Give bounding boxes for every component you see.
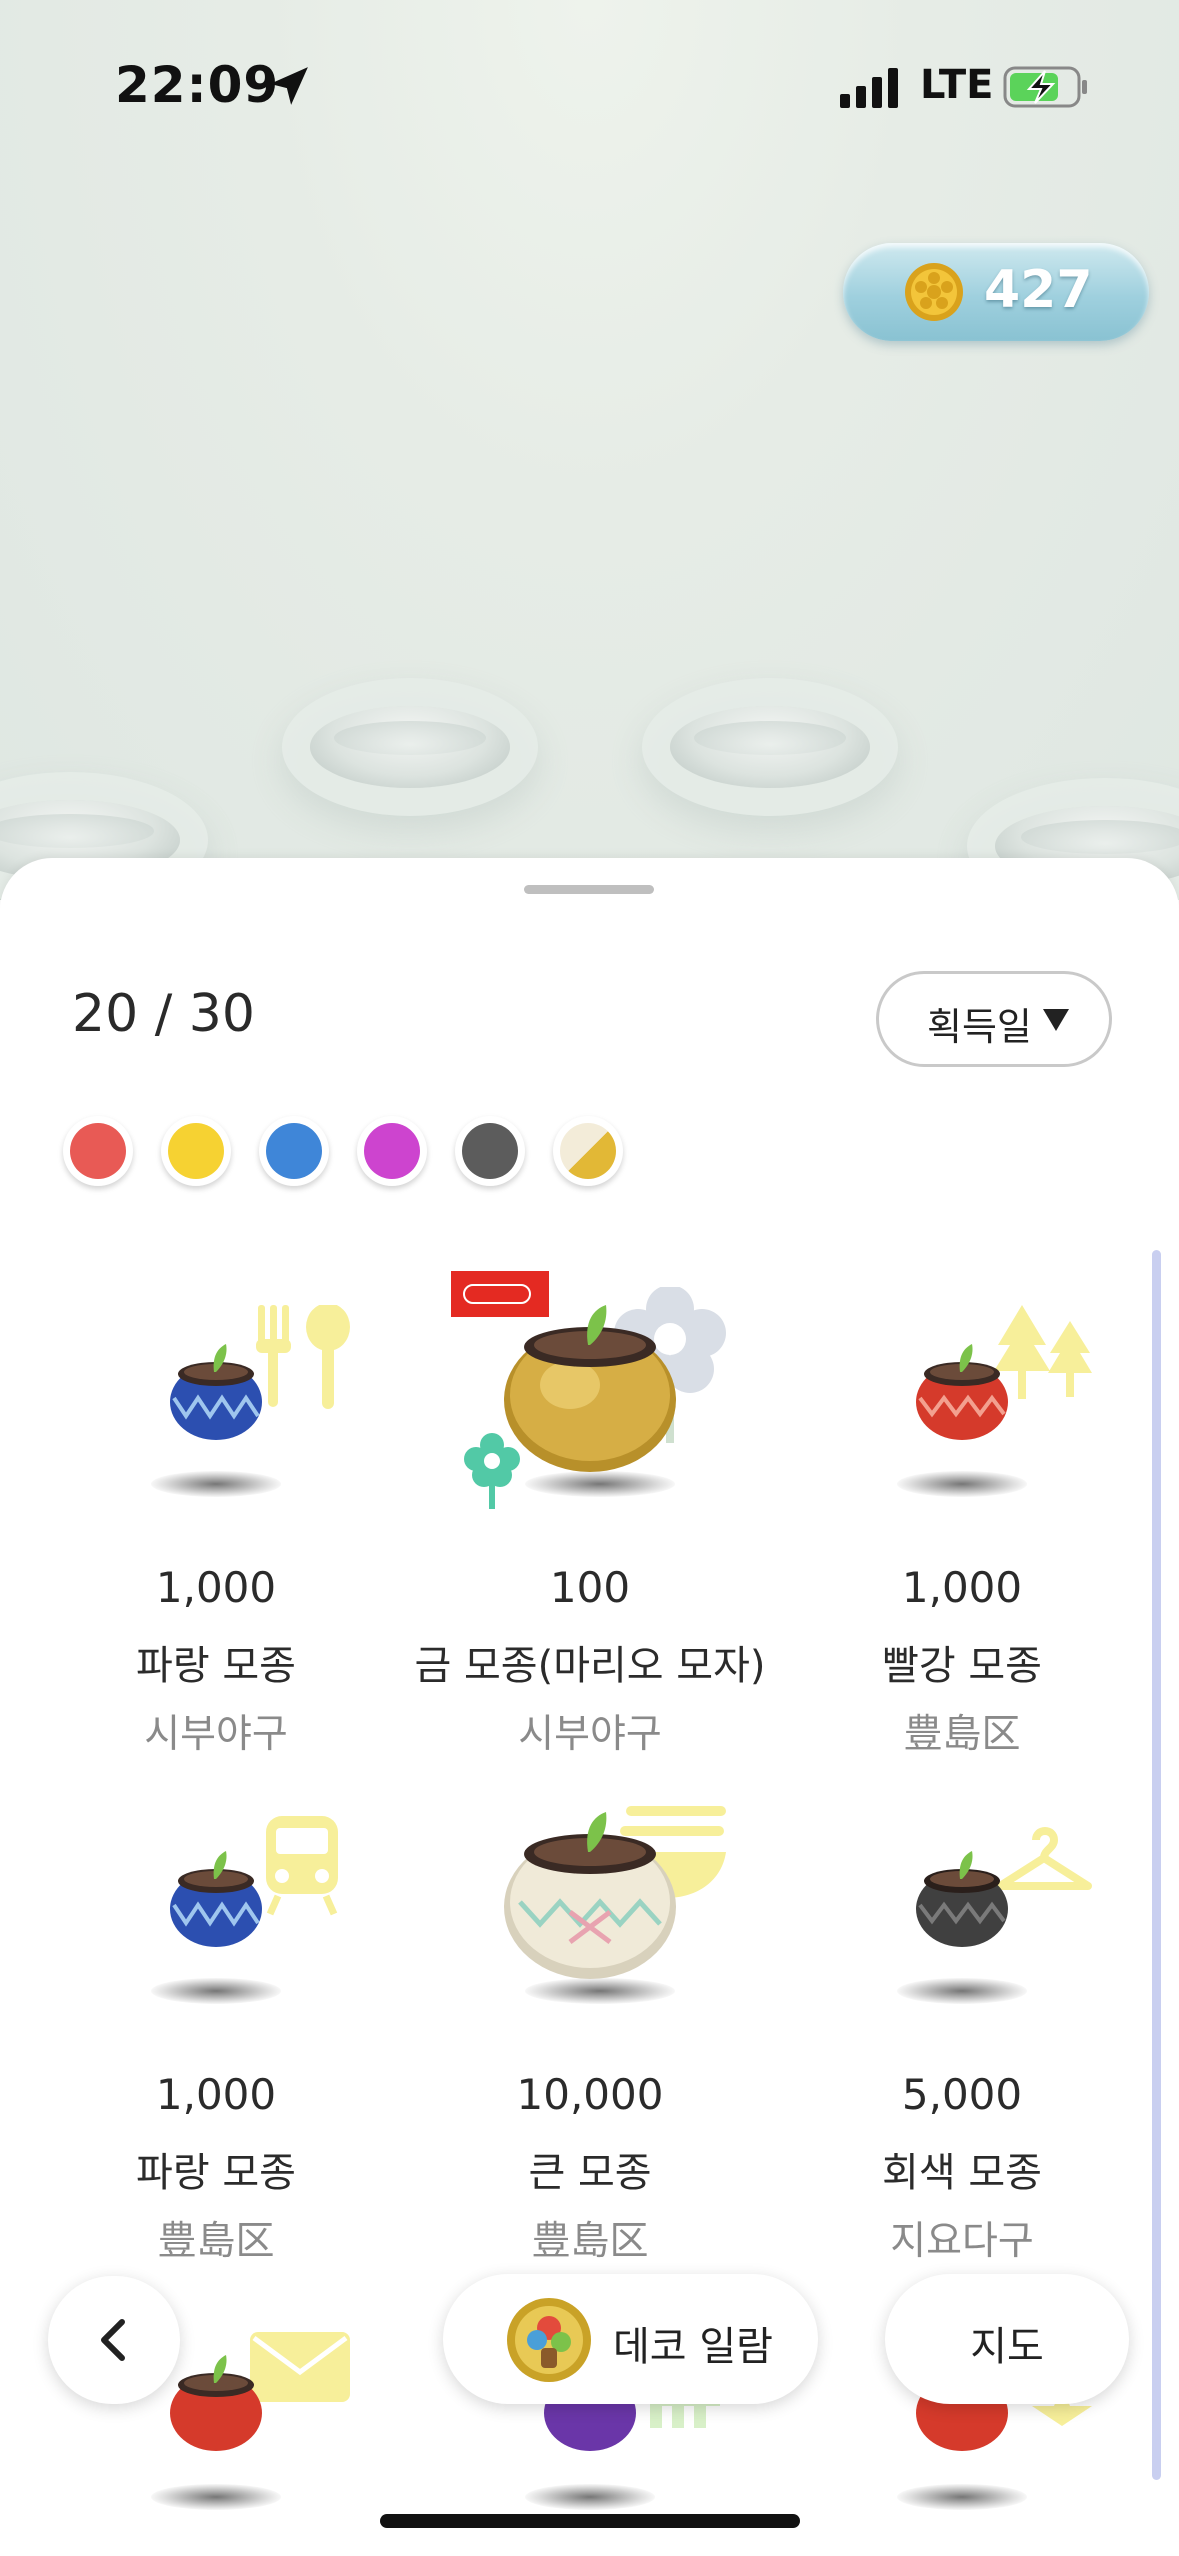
item-price: 1,000 <box>155 2070 277 2119</box>
ceiling-hole <box>310 706 510 788</box>
location-arrow-icon <box>270 67 308 105</box>
item-location: 豊島区 <box>531 2219 649 2264</box>
map-label: 지도 <box>970 2324 1044 2370</box>
item-location: 시부야구 <box>518 1712 662 1757</box>
deco-list-button[interactable]: 데코 일람 <box>443 2274 818 2404</box>
item-name: 금 모종(마리오 모자) <box>414 1643 766 1689</box>
item-price: 1,000 <box>155 1563 277 1612</box>
ground-shadow <box>525 2484 655 2510</box>
coin-count: 427 <box>984 260 1093 320</box>
gold-pot-icon <box>504 1305 676 1472</box>
sort-button[interactable]: 획득일 <box>876 971 1112 1067</box>
color-filter-blue[interactable] <box>259 1116 329 1186</box>
red-pot-icon <box>170 2355 262 2451</box>
big-pot-icon <box>504 1812 676 1979</box>
coin-counter[interactable]: 427 <box>843 243 1149 341</box>
item-name: 큰 모종 <box>528 2150 652 2196</box>
color-swatch <box>168 1123 224 1179</box>
back-button[interactable] <box>48 2276 180 2404</box>
pikmin-seedling-card[interactable]: 10,000 큰 모종 豊島区 <box>410 1778 770 2278</box>
dropdown-triangle-icon <box>1043 1009 1069 1031</box>
item-name: 회색 모종 <box>882 2150 1042 2196</box>
blue-pot-icon <box>170 1344 262 1440</box>
item-name: 빨강 모종 <box>882 1643 1042 1689</box>
color-swatch <box>462 1123 518 1179</box>
deco-medal-icon <box>507 2298 591 2382</box>
color-swatch <box>266 1123 322 1179</box>
gray-pot-icon <box>916 1851 1008 1947</box>
color-swatch <box>70 1123 126 1179</box>
color-filter-gold-white[interactable] <box>553 1116 623 1186</box>
chevron-left-icon <box>101 2319 125 2361</box>
item-price: 5,000 <box>901 2070 1023 2119</box>
home-indicator[interactable] <box>380 2514 800 2528</box>
scrollbar[interactable] <box>1152 1250 1161 2480</box>
item-price: 100 <box>549 1563 631 1612</box>
item-name: 파랑 모종 <box>136 1643 296 1689</box>
item-location: 지요다구 <box>890 2219 1034 2264</box>
collection-count: 20 / 30 <box>72 984 255 1044</box>
color-swatch <box>364 1123 420 1179</box>
item-price: 1,000 <box>901 1563 1023 1612</box>
ground-shadow <box>897 2484 1027 2510</box>
status-bar: 22:09 LTE <box>0 0 1179 175</box>
map-button[interactable]: 지도 <box>885 2274 1129 2404</box>
ground-shadow <box>151 1978 281 2004</box>
status-time: 22:09 <box>115 56 280 114</box>
ceiling-hole <box>670 706 870 788</box>
item-name: 파랑 모종 <box>136 2150 296 2196</box>
item-location: 시부야구 <box>144 1712 288 1757</box>
item-price: 10,000 <box>516 2070 664 2119</box>
train-icon <box>266 1816 338 1916</box>
sort-label: 획득일 <box>927 1005 1032 1049</box>
network-type: LTE <box>920 62 994 108</box>
ground-shadow <box>151 1471 281 1497</box>
sheet-grabber[interactable] <box>524 885 654 894</box>
color-filter-red[interactable] <box>63 1116 133 1186</box>
pikmin-seedling-card[interactable]: 1,000 빨강 모종 豊島区 <box>782 1271 1142 1771</box>
color-swatch <box>560 1123 616 1179</box>
color-filter-purple[interactable] <box>357 1116 427 1186</box>
pikmin-seedling-card[interactable]: 1,000 파랑 모종 豊島区 <box>36 1778 396 2278</box>
red-pot-icon <box>916 1344 1008 1440</box>
pikmin-seedling-card[interactable]: 5,000 회색 모종 지요다구 <box>782 1778 1142 2278</box>
color-filter-gray[interactable] <box>455 1116 525 1186</box>
item-location: 豊島区 <box>903 1712 1021 1757</box>
pikmin-seedling-card[interactable]: 1,000 파랑 모종 시부야구 <box>36 1271 396 1771</box>
item-location: 豊島区 <box>157 2219 275 2264</box>
signal-bars-icon <box>840 68 898 108</box>
pikmin-seedling-card[interactable]: 100 금 모종(마리오 모자) 시부야구 <box>410 1271 770 1771</box>
ground-shadow <box>151 2484 281 2510</box>
battery-charging-icon <box>1003 66 1087 108</box>
ground-shadow <box>897 1471 1027 1497</box>
blue-pot-icon <box>170 1851 262 1947</box>
ground-shadow <box>897 1978 1027 2004</box>
deco-list-label: 데코 일람 <box>613 2324 773 2370</box>
coin-icon <box>905 263 963 321</box>
color-filter-yellow[interactable] <box>161 1116 231 1186</box>
